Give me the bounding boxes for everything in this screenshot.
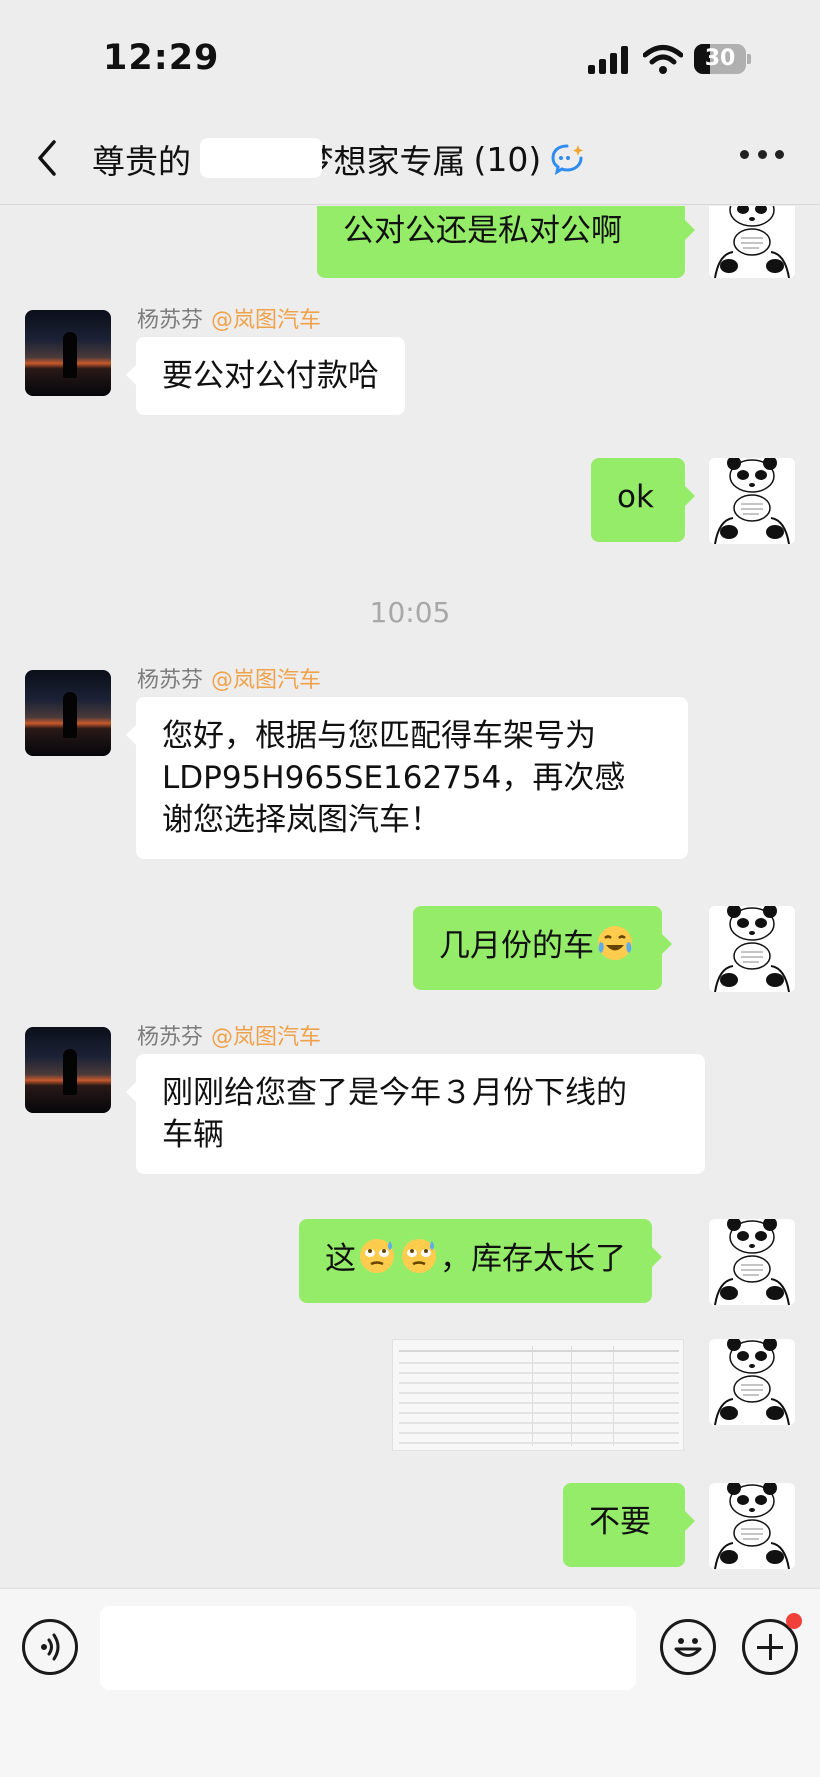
wifi-icon [643,45,683,74]
status-bar: 12:29 30 [0,0,820,110]
message-text: 要公对公付款哈 [162,358,379,394]
sender-name-text: 杨苏芬 [137,1025,204,1050]
sender-avatar[interactable] [25,310,111,396]
battery-icon: 30 [694,44,751,74]
panda-meme-icon [714,906,790,992]
message-text: 不要 [589,1504,651,1540]
chat-title-group[interactable]: 尊贵的 先生的梦想家专属 (10) [92,136,585,182]
message-line: 刚刚给您查了是今年３月份下线的 [162,1075,627,1111]
more-options-button[interactable] [740,150,784,162]
sender-org: @岚图汽车 [211,1025,322,1050]
panda-meme-icon [714,1483,790,1569]
message-input[interactable] [100,1606,636,1690]
input-bar [0,1588,820,1777]
message-text: 这 [325,1241,356,1277]
status-time: 12:29 [103,38,220,78]
message-text: ok [617,479,654,515]
crying-laughing-emoji-icon [598,926,632,960]
sender-name: 杨苏芬 @岚图汽车 [137,662,321,694]
back-arrow-icon[interactable] [30,138,70,178]
outgoing-message[interactable]: 公对公还是私对公啊 [317,206,695,278]
outgoing-message[interactable]: 这 ，库存太长了 [299,1219,662,1303]
redaction-mark [200,138,322,178]
sender-name-text: 杨苏芬 [137,308,204,333]
time-divider: 10:05 [369,596,451,629]
smiley-icon [674,1638,702,1657]
outgoing-message[interactable]: 不要 [563,1483,695,1567]
sender-org: @岚图汽车 [211,308,322,333]
message-text: 几月份的车 [439,928,594,964]
outgoing-message[interactable]: ok [591,458,695,542]
member-count: (10) [473,139,542,179]
message-line: LDP95H965SE162754，再次感 [162,760,626,796]
sweat-roll-eyes-emoji-icon [360,1239,394,1273]
voice-input-button[interactable] [22,1619,78,1675]
panda-meme-icon [714,458,790,544]
panda-meme-icon [714,1339,790,1425]
sender-org: @岚图汽车 [211,668,322,693]
battery-level: 30 [704,46,736,71]
message-line: 谢您选择岚图汽车！ [162,802,441,838]
cellular-signal-icon [588,46,630,74]
incoming-message[interactable]: 刚刚给您查了是今年３月份下线的 车辆 [126,1054,705,1174]
sender-avatar[interactable] [25,1027,111,1113]
my-avatar[interactable] [709,206,795,278]
my-avatar[interactable] [709,906,795,992]
message-line: 车辆 [162,1117,224,1153]
incoming-message[interactable]: 您好，根据与您匹配得车架号为 LDP95H965SE162754，再次感 谢您选… [126,697,688,859]
sweat-roll-eyes-emoji-icon [402,1239,436,1273]
my-avatar[interactable] [709,1483,795,1569]
chat-message-list[interactable]: 公对公还是私对公啊 杨苏芬 @岚图汽车 要公对公付款哈 ok 10:05 杨苏芬 @… [0,206,820,1588]
sender-avatar[interactable] [25,670,111,756]
my-avatar[interactable] [709,1339,795,1425]
notification-dot [786,1613,802,1629]
my-avatar[interactable] [709,458,795,544]
outgoing-message[interactable]: 几月份的车 [413,906,672,990]
my-avatar[interactable] [709,1219,795,1305]
chat-header: 尊贵的 先生的梦想家专属 (10) [0,110,820,205]
spreadsheet-image[interactable] [392,1339,684,1451]
ai-assistant-icon[interactable] [549,141,585,177]
sender-name-text: 杨苏芬 [137,668,204,693]
panda-meme-icon [714,206,790,278]
sender-name: 杨苏芬 @岚图汽车 [137,1019,321,1051]
sender-name: 杨苏芬 @岚图汽车 [137,302,321,334]
message-text: 公对公还是私对公啊 [343,213,622,249]
message-text: ，库存太长了 [440,1241,626,1277]
panda-meme-icon [714,1219,790,1305]
incoming-message[interactable]: 要公对公付款哈 [126,337,405,415]
emoji-button[interactable] [660,1619,716,1675]
voice-icon [41,1633,60,1661]
message-line: 您好，根据与您匹配得车架号为 [162,718,596,754]
